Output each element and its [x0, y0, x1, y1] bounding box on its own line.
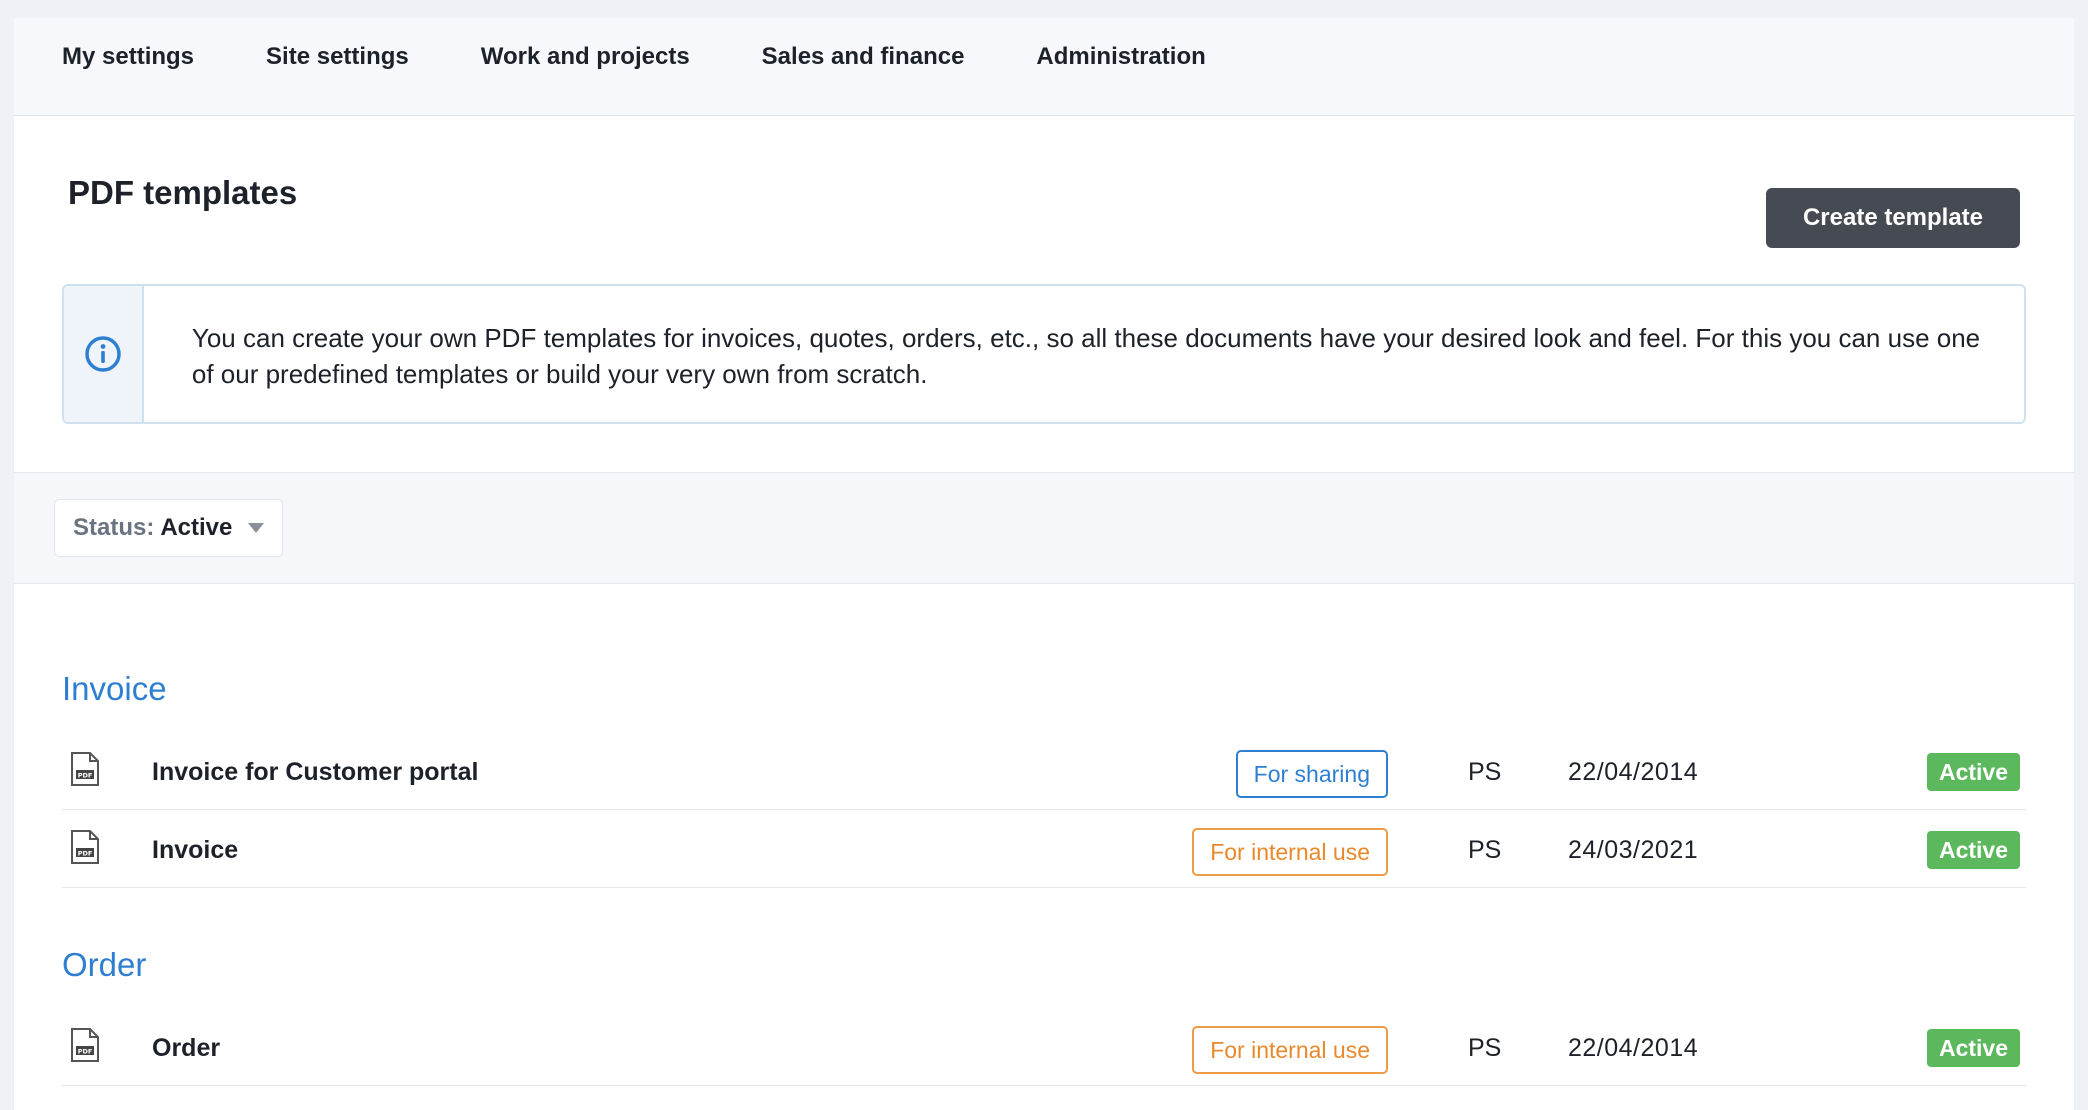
filter-bar: Status: Active — [14, 472, 2074, 584]
pdf-file-icon: PDF — [71, 1028, 99, 1062]
created-date: 22/04/2014 — [1568, 1034, 1699, 1062]
status-filter-value: Active — [160, 514, 233, 541]
status-filter-dropdown[interactable]: Status: Active — [54, 499, 284, 557]
chevron-down-icon — [248, 523, 265, 533]
status-badge: Active — [1926, 753, 2020, 791]
section-title-invoice: Invoice — [62, 670, 167, 707]
table-row[interactable]: PDF Invoice for Customer portal For shar… — [62, 732, 2026, 810]
nav-work-and-projects[interactable]: Work and projects — [481, 43, 690, 71]
info-text: You can create your own PDF templates fo… — [191, 323, 1981, 389]
template-name[interactable]: Order — [152, 1034, 220, 1063]
template-name[interactable]: Invoice for Customer portal — [152, 758, 478, 787]
top-navigation: My settings Site settings Work and proje… — [14, 18, 2074, 116]
status-filter-label: Status: — [73, 514, 155, 541]
owner-initials: PS — [1468, 1034, 1502, 1062]
nav-site-settings[interactable]: Site settings — [266, 43, 409, 71]
svg-text:PDF: PDF — [78, 1048, 93, 1056]
page-title: PDF templates — [68, 174, 298, 211]
create-template-button[interactable]: Create template — [1766, 188, 2020, 248]
status-badge: Active — [1926, 1029, 2020, 1067]
info-box: You can create your own PDF templates fo… — [62, 284, 2026, 424]
info-circle-icon — [85, 336, 121, 372]
pdf-file-icon: PDF — [71, 830, 99, 864]
table-row[interactable]: PDF Invoice For internal use PS 24/03/20… — [62, 810, 2026, 888]
owner-initials: PS — [1468, 758, 1502, 786]
main-panel: My settings Site settings Work and proje… — [14, 18, 2074, 1110]
created-date: 24/03/2021 — [1568, 836, 1699, 864]
svg-text:PDF: PDF — [78, 850, 93, 858]
created-date: 22/04/2014 — [1568, 758, 1699, 786]
status-badge: Active — [1926, 831, 2020, 869]
nav-administration[interactable]: Administration — [1036, 43, 1205, 71]
nav-my-settings[interactable]: My settings — [62, 43, 194, 71]
template-name[interactable]: Invoice — [152, 836, 238, 865]
section-title-order: Order — [62, 946, 147, 983]
usage-tag: For sharing — [1235, 750, 1388, 798]
table-row[interactable]: PDF Order For internal use PS 22/04/2014… — [62, 1008, 2026, 1086]
owner-initials: PS — [1468, 836, 1502, 864]
pdf-file-icon: PDF — [71, 752, 99, 786]
usage-tag: For internal use — [1192, 828, 1388, 876]
info-icon-column — [64, 286, 144, 422]
usage-tag: For internal use — [1192, 1026, 1388, 1074]
page-header: PDF templates Create template — [14, 116, 2074, 248]
nav-sales-and-finance[interactable]: Sales and finance — [762, 43, 965, 71]
svg-text:PDF: PDF — [78, 772, 93, 780]
